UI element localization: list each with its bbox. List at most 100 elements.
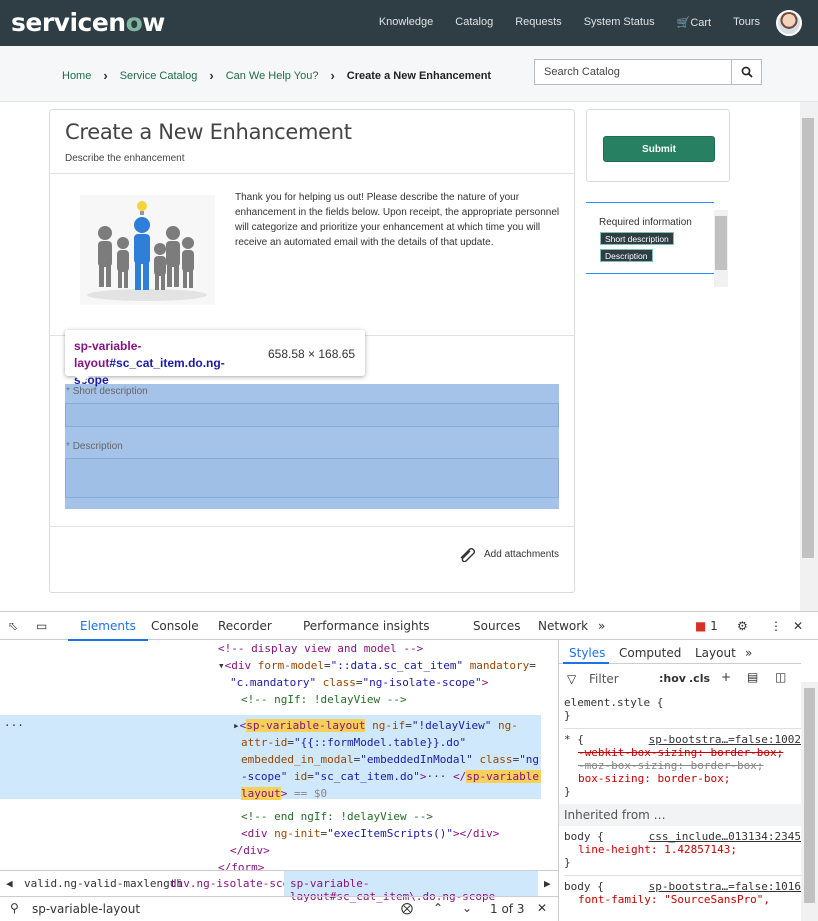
nav-requests[interactable]: Requests <box>515 16 561 29</box>
close-icon[interactable]: ✕ <box>793 619 803 633</box>
chevron-down-icon[interactable]: ⌄ <box>462 901 472 915</box>
inspect-element-icon[interactable]: ⬁ <box>8 619 18 633</box>
breadcrumb: Home › Service Catalog › Can We Help You… <box>62 68 491 83</box>
chevron-right-icon: › <box>103 68 108 83</box>
inspect-tooltip: sp-variable-layout#sc_cat_item.do.ng-sco… <box>65 330 365 387</box>
find-input[interactable]: sp-variable-layout <box>32 902 140 916</box>
styles-scrollbar[interactable] <box>801 682 818 921</box>
element-style-rule: element.style { <box>564 696 664 709</box>
styles-filter-bar: ▽ Filter :hov .cls + ▤ ◫ <box>559 668 801 690</box>
description-label: * Description <box>66 441 123 452</box>
cls-toggle[interactable]: .cls <box>689 672 710 685</box>
nav-catalog[interactable]: Catalog <box>455 16 493 29</box>
dom-tree: <!-- display view and model --> ▾<div fo… <box>0 640 541 870</box>
settings-gear-icon[interactable]: ⚙ <box>737 619 748 633</box>
chevron-right-icon[interactable]: ▶ <box>544 877 551 890</box>
servicenow-logo[interactable]: servicenow <box>11 8 165 37</box>
form-subtitle: Describe the enhancement <box>65 153 185 164</box>
chevron-up-icon[interactable]: ⌃ <box>433 901 443 915</box>
breadcrumb-can-we-help[interactable]: Can We Help You? <box>226 70 319 82</box>
nav-system-status[interactable]: System Status <box>584 16 655 29</box>
breadcrumb-current: Create a New Enhancement <box>346 69 492 82</box>
nav-cart[interactable]: 🛒Cart <box>677 16 711 29</box>
chevron-right-icon: › <box>330 68 335 83</box>
tab-elements[interactable]: Elements <box>68 619 148 641</box>
search-placeholder: Search Catalog <box>544 66 620 78</box>
search-icon <box>741 66 753 78</box>
hov-toggle[interactable]: :hov <box>659 672 686 685</box>
tooltip-dimensions: 658.58 × 168.65 <box>268 347 356 361</box>
devtools-panel: ⬁ ▭ Elements Console Recorder Performanc… <box>0 611 818 921</box>
dom-crumb-2[interactable]: div.ng-isolate-scope <box>170 877 302 890</box>
nav-knowledge[interactable]: Knowledge <box>379 16 433 29</box>
dom-crumb-1[interactable]: valid.ng-valid-maxlength <box>24 877 183 890</box>
tooltip-arrow <box>75 376 89 383</box>
filter-icon: ▽ <box>567 672 577 686</box>
add-rule-icon[interactable]: + <box>721 670 731 684</box>
description-textarea[interactable] <box>65 458 559 498</box>
styles-tab-bar: Styles Computed Layout » <box>559 640 801 664</box>
main-nav: Knowledge Catalog Requests System Status… <box>357 16 760 29</box>
chevron-left-icon[interactable]: ◀ <box>6 877 13 890</box>
panel-scrollbar[interactable] <box>714 210 728 287</box>
filter-input[interactable]: Filter <box>589 672 619 686</box>
rule1-source[interactable]: sp-bootstra…=false:1002 <box>649 733 801 746</box>
breadcrumb-service-catalog[interactable]: Service Catalog <box>120 70 198 82</box>
dom-breadcrumbs: ◀ valid.ng-valid-maxlength div.ng-isolat… <box>0 870 558 903</box>
tab-network[interactable]: Network <box>538 619 588 633</box>
paperclip-icon <box>460 548 475 562</box>
short-description-input[interactable] <box>65 403 559 427</box>
page-scrollbar[interactable] <box>800 102 818 611</box>
tooltip-selector: sp-variable-layout#sc_cat_item.do.ng-sco… <box>74 339 225 387</box>
submit-panel: Submit <box>586 109 730 182</box>
search-button[interactable] <box>731 60 761 84</box>
add-attachments-label: Add attachments <box>484 548 560 560</box>
device-toolbar-icon[interactable]: ▭ <box>36 619 47 633</box>
clear-icon[interactable]: ⨂ <box>401 901 413 915</box>
team-illustration <box>80 195 215 305</box>
scrollbar-thumb[interactable] <box>802 118 814 558</box>
find-count: 1 of 3 <box>490 902 525 916</box>
required-info-title: Required information <box>599 217 692 228</box>
close-find-icon[interactable]: ✕ <box>537 901 547 915</box>
page-content: Create a New Enhancement Describe the en… <box>0 102 800 611</box>
form-title: Create a New Enhancement <box>65 120 352 144</box>
find-bar: ⚲ sp-variable-layout ⨂ ⌃ ⌄ 1 of 3 ✕ <box>0 896 558 921</box>
tab-styles[interactable]: Styles <box>569 646 605 660</box>
search-catalog-input[interactable]: Search Catalog <box>534 59 762 85</box>
top-nav-bar: servicenow Knowledge Catalog Requests Sy… <box>0 0 818 46</box>
styles-pane: Styles Computed Layout » ▽ Filter :hov .… <box>558 640 818 921</box>
required-info-panel: Required information Short description D… <box>586 202 728 287</box>
divider <box>50 526 574 527</box>
avatar[interactable] <box>776 10 802 36</box>
search-icon: ⚲ <box>10 901 19 915</box>
more-tabs-icon[interactable]: » <box>745 646 752 660</box>
divider <box>50 173 574 174</box>
breadcrumb-bar: Home › Service Catalog › Can We Help You… <box>0 46 818 102</box>
tab-computed[interactable]: Computed <box>619 646 681 660</box>
breadcrumb-home[interactable]: Home <box>62 70 91 82</box>
cart-icon: 🛒 <box>676 17 691 29</box>
required-tag-description[interactable]: Description <box>600 249 653 262</box>
error-badge[interactable]: ■ 1 <box>695 619 718 633</box>
dom-crumb-3[interactable]: sp-variable-layout#sc_cat_item\.do.ng-sc… <box>284 871 538 903</box>
paint-icon[interactable]: ▤ <box>747 670 758 684</box>
sidebar-toggle-icon[interactable]: ◫ <box>775 670 786 684</box>
required-tag-short-description[interactable]: Short description <box>600 232 674 245</box>
style-rules: element.style { } * {sp-bootstra…=false:… <box>559 696 806 906</box>
tab-performance-insights[interactable]: Performance insights <box>303 619 430 633</box>
nav-tours[interactable]: Tours <box>733 16 760 29</box>
devtools-tab-bar: ⬁ ▭ Elements Console Recorder Performanc… <box>0 612 818 641</box>
tab-console[interactable]: Console <box>151 619 199 633</box>
rule2-source[interactable]: css_include…013134:2345 <box>649 830 801 843</box>
rule3-source[interactable]: sp-bootstra…=false:1016 <box>649 880 801 893</box>
more-tabs-icon[interactable]: » <box>598 619 605 633</box>
submit-button[interactable]: Submit <box>603 136 715 162</box>
more-options-icon[interactable]: ⋮ <box>770 619 782 633</box>
add-attachments-button[interactable]: Add attachments <box>458 546 559 562</box>
tab-sources[interactable]: Sources <box>473 619 520 633</box>
chevron-right-icon: › <box>209 68 214 83</box>
inherited-header: Inherited from … <box>559 804 806 826</box>
tab-layout[interactable]: Layout <box>695 646 736 660</box>
tab-recorder[interactable]: Recorder <box>218 619 272 633</box>
